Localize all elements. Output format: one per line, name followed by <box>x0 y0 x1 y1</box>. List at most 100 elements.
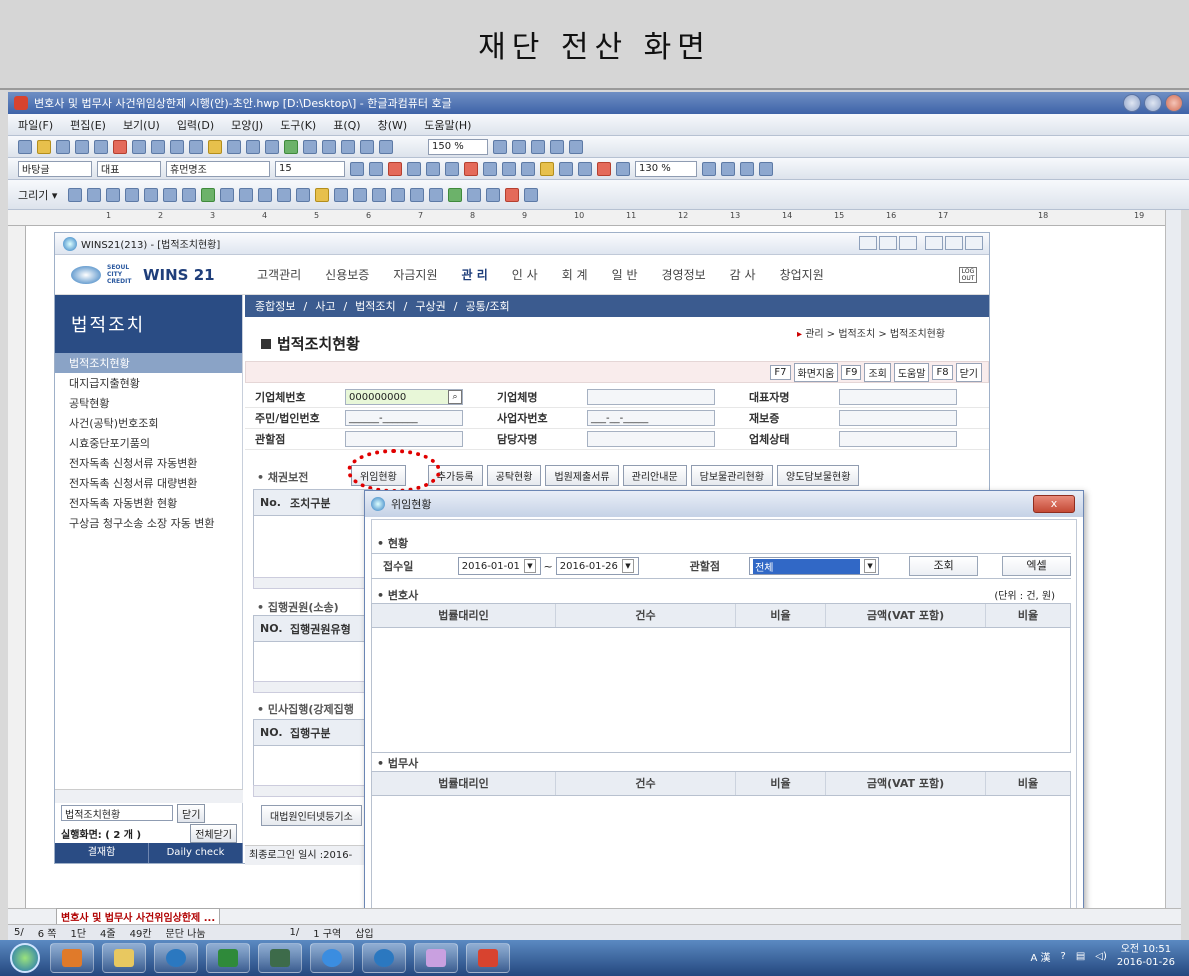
subnav-common[interactable]: 공통/조회 <box>465 298 509 314</box>
subnav-legal[interactable]: 법적조치 <box>355 298 395 314</box>
left-item-deposit[interactable]: 공탁현황 <box>55 393 242 413</box>
execution-table-hscroll[interactable] <box>253 681 373 693</box>
paste-icon[interactable] <box>208 139 222 154</box>
font-size-select[interactable]: 15 <box>275 160 345 177</box>
curve-tool-icon[interactable] <box>163 187 178 202</box>
daily-check-button[interactable]: Daily check <box>149 843 243 863</box>
zoom-in-icon[interactable] <box>493 139 507 154</box>
topnav-startup[interactable]: 창업지원 <box>768 266 836 283</box>
two-page-icon[interactable] <box>550 139 564 154</box>
grid-icon[interactable] <box>448 187 463 202</box>
menu-format[interactable]: 모양(J) <box>231 117 263 133</box>
subscript-icon[interactable] <box>521 161 535 176</box>
zoom-select[interactable]: 150 % <box>428 138 488 155</box>
preview-icon[interactable] <box>94 139 108 154</box>
taskbar-excel[interactable] <box>206 943 250 973</box>
vertical-scrollbar[interactable] <box>1165 210 1181 908</box>
undo-icon[interactable] <box>113 139 127 154</box>
court-registry-button[interactable]: 대법원인터넷등기소 <box>261 805 362 826</box>
chevron-down-icon[interactable]: ▼ <box>864 559 877 573</box>
font-color-icon[interactable] <box>464 161 478 176</box>
taskbar-paint[interactable] <box>414 943 458 973</box>
excel-button[interactable]: 엑셀 <box>1002 556 1071 576</box>
paragraph-style-select[interactable]: 바탕글 <box>18 160 92 177</box>
align-right-icon[interactable] <box>597 161 611 176</box>
justify-icon[interactable] <box>616 161 630 176</box>
court-docs-button[interactable]: 법원제출서류 <box>545 465 619 486</box>
deposit-status-button[interactable]: 공탁현황 <box>486 465 542 486</box>
chart-icon[interactable] <box>284 139 298 154</box>
distribute-icon[interactable] <box>391 187 406 202</box>
network-icon[interactable]: ▤ <box>1076 951 1085 962</box>
topnav-hr[interactable]: 인 사 <box>500 266 550 283</box>
status-insert-mode[interactable]: 삽입 <box>355 925 373 940</box>
flip-icon[interactable] <box>429 187 444 202</box>
wins-restore-button[interactable] <box>879 236 897 250</box>
italic-icon[interactable] <box>407 161 421 176</box>
biz-search-icon[interactable]: ⌕ <box>448 390 462 404</box>
wrap-icon[interactable] <box>467 187 482 202</box>
copy-icon[interactable] <box>189 139 203 154</box>
bold-icon[interactable] <box>388 161 402 176</box>
image-icon[interactable] <box>303 139 317 154</box>
zoom-out-icon[interactable] <box>512 139 526 154</box>
menu-edit[interactable]: 편집(E) <box>70 117 106 133</box>
menu-view[interactable]: 보기(U) <box>123 117 160 133</box>
clock[interactable]: 오전 10:51 2016-01-26 <box>1117 943 1175 969</box>
font-lang-select[interactable]: 대표 <box>97 160 161 177</box>
menu-window[interactable]: 창(W) <box>378 117 408 133</box>
topnav-general[interactable]: 일 반 <box>600 266 650 283</box>
print-icon[interactable] <box>75 139 89 154</box>
outdent-icon[interactable] <box>721 161 735 176</box>
topnav-audit[interactable]: 감 사 <box>718 266 768 283</box>
f9-key[interactable]: F9 <box>841 364 862 380</box>
approval-box-button[interactable]: 결재함 <box>55 843 149 863</box>
textbox-icon[interactable] <box>220 187 235 202</box>
align-objects-icon[interactable] <box>372 187 387 202</box>
polygon-tool-icon[interactable] <box>144 187 159 202</box>
date-to-picker[interactable]: 2016-01-26 ▼ <box>555 557 639 575</box>
chevron-down-icon[interactable]: ▼ <box>621 559 634 573</box>
taskbar-wins2[interactable] <box>362 943 406 973</box>
line-color-icon[interactable] <box>296 187 311 202</box>
rotate-icon[interactable] <box>410 187 425 202</box>
branch-select[interactable]: 전체 ▼ <box>749 557 880 575</box>
taskbar-office[interactable] <box>50 943 94 973</box>
arc-tool-icon[interactable] <box>125 187 140 202</box>
start-button[interactable] <box>10 943 40 973</box>
page-view-icon[interactable] <box>531 139 545 154</box>
taskbar-explorer[interactable] <box>102 943 146 973</box>
window-select[interactable]: 법적조치현황 <box>61 805 173 821</box>
superscript-icon[interactable] <box>502 161 516 176</box>
topnav-accounting[interactable]: 회 계 <box>550 266 600 283</box>
subnav-summary[interactable]: 종합정보 <box>255 298 295 314</box>
left-item-eclaim-status[interactable]: 전자독촉 자동변환 현황 <box>55 493 242 513</box>
close-screen-button[interactable]: 닫기 <box>955 362 982 382</box>
topnav-funding[interactable]: 자금지원 <box>381 266 449 283</box>
align-left-icon[interactable] <box>559 161 573 176</box>
menu-insert[interactable]: 입력(D) <box>177 117 214 133</box>
font-grow-icon[interactable] <box>350 161 364 176</box>
menu-table[interactable]: 표(Q) <box>333 117 360 133</box>
taskbar-wins[interactable] <box>154 943 198 973</box>
picture-icon[interactable] <box>239 187 254 202</box>
menu-tools[interactable]: 도구(K) <box>280 117 316 133</box>
date-from-picker[interactable]: 2016-01-01 ▼ <box>457 557 541 575</box>
menu-file[interactable]: 파일(F) <box>18 117 53 133</box>
eraser-icon[interactable] <box>505 187 520 202</box>
wins-close-button[interactable] <box>965 236 983 250</box>
hanja-icon[interactable] <box>341 139 355 154</box>
close-button[interactable] <box>1165 94 1183 112</box>
save-icon[interactable] <box>56 139 70 154</box>
anchor-icon[interactable] <box>486 187 501 202</box>
fill-color-icon[interactable] <box>315 187 330 202</box>
volume-icon[interactable]: ◁) <box>1095 951 1107 962</box>
subnav-accident[interactable]: 사고 <box>315 298 335 314</box>
clear-screen-button[interactable]: 화면지움 <box>793 362 839 382</box>
group-icon[interactable] <box>258 187 273 202</box>
font-name-select[interactable]: 휴먼명조 <box>166 160 270 177</box>
left-item-lawsuit-convert[interactable]: 구상금 청구소송 소장 자동 변환 <box>55 513 242 533</box>
help-button[interactable]: 도움말 <box>893 362 930 382</box>
subnav-claim[interactable]: 구상권 <box>415 298 445 314</box>
symbol-icon[interactable] <box>322 139 336 154</box>
